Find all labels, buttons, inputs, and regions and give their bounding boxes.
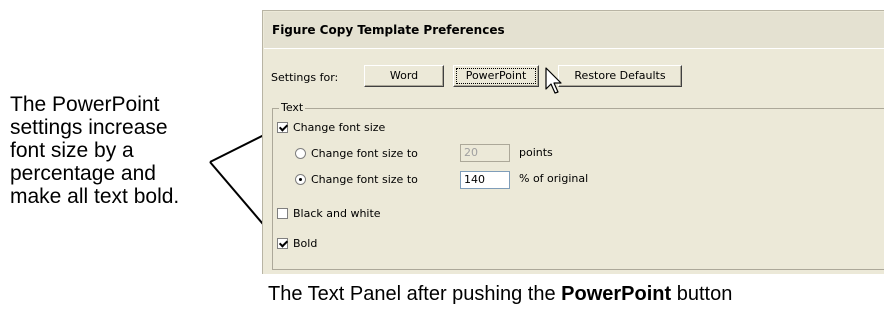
font-size-percent-label: Change font size to xyxy=(311,173,418,186)
black-and-white-option[interactable]: Black and white xyxy=(277,207,381,221)
change-font-size-label: Change font size xyxy=(293,121,386,134)
font-size-percent-field[interactable]: 140 xyxy=(460,171,510,189)
font-size-points-field[interactable]: 20 xyxy=(460,144,510,162)
powerpoint-button[interactable]: PowerPoint xyxy=(453,65,539,87)
font-size-percent-option[interactable]: Change font size to xyxy=(295,173,418,187)
font-size-points-label: Change font size to xyxy=(311,147,418,160)
caption-bold: PowerPoint xyxy=(561,283,672,305)
settings-for-label: Settings for: xyxy=(271,71,339,84)
black-and-white-label: Black and white xyxy=(293,207,381,220)
bold-label: Bold xyxy=(293,237,318,250)
bold-option[interactable]: Bold xyxy=(277,237,317,251)
black-and-white-checkbox[interactable] xyxy=(277,208,288,219)
restore-defaults-button[interactable]: Restore Defaults xyxy=(558,65,682,87)
caption-prefix: The Text Panel after pushing the xyxy=(268,283,562,305)
bold-checkbox[interactable] xyxy=(277,238,288,249)
font-size-percent-radio[interactable] xyxy=(295,174,306,185)
change-font-size-option[interactable]: Change font size xyxy=(277,121,385,135)
word-button[interactable]: Word xyxy=(364,65,444,87)
font-size-points-unit: points xyxy=(519,146,553,159)
text-group-legend: Text xyxy=(279,101,306,115)
powerpoint-button-label: PowerPoint xyxy=(456,68,536,84)
font-size-percent-unit: % of original xyxy=(519,172,589,185)
caption-suffix: button xyxy=(671,283,733,305)
font-size-points-option[interactable]: Change font size to xyxy=(295,147,418,161)
change-font-size-checkbox[interactable] xyxy=(277,122,288,133)
text-group: Text Change font size Change font size t… xyxy=(272,101,884,270)
mouse-cursor-icon xyxy=(545,67,562,94)
panel-title: Figure Copy Template Preferences xyxy=(264,12,884,49)
figure-caption: The Text Panel after pushing the PowerPo… xyxy=(268,283,732,306)
font-size-points-radio[interactable] xyxy=(295,148,306,159)
figure-copy-template-panel: Figure Copy Template Preferences Setting… xyxy=(262,10,884,274)
